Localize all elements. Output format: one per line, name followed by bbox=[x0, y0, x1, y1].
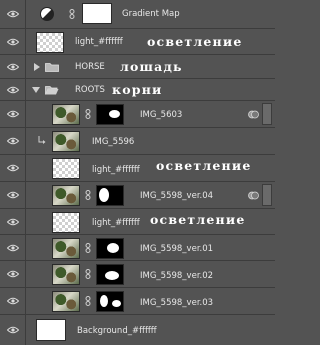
chain-link-icon[interactable] bbox=[85, 243, 91, 253]
collapse-triangle-icon[interactable] bbox=[32, 87, 40, 93]
layer-name[interactable]: IMG_5598_ver.02 bbox=[140, 271, 213, 281]
eye-icon[interactable] bbox=[7, 326, 19, 334]
layer-row-light[interactable]: light_#ffffff осветление bbox=[0, 209, 275, 235]
eye-icon[interactable] bbox=[7, 63, 19, 71]
eye-icon[interactable] bbox=[7, 137, 19, 145]
layer-row-img-5596[interactable]: IMG_5596 bbox=[0, 128, 275, 155]
mask-thumbnail[interactable] bbox=[96, 264, 124, 285]
folder-open-icon bbox=[45, 86, 59, 95]
layer-annotation: осветление bbox=[150, 212, 246, 227]
eye-icon[interactable] bbox=[7, 244, 19, 252]
layer-thumbnail[interactable] bbox=[52, 264, 80, 285]
layer-style-icon[interactable] bbox=[248, 109, 259, 120]
eye-icon[interactable] bbox=[7, 164, 19, 172]
mask-thumbnail[interactable] bbox=[96, 238, 124, 259]
eye-icon[interactable] bbox=[7, 218, 19, 226]
mask-thumbnail[interactable] bbox=[96, 185, 124, 206]
group-name[interactable]: ROOTS bbox=[75, 85, 105, 95]
layer-thumbnail[interactable] bbox=[52, 131, 80, 152]
layer-annotation: осветление bbox=[156, 158, 252, 173]
layer-row-light[interactable]: light_#ffffff осветление bbox=[0, 29, 275, 55]
layer-name[interactable]: Background_#ffffff bbox=[77, 326, 157, 336]
layer-group-roots[interactable]: ROOTS корни bbox=[0, 79, 275, 101]
layer-options-arrow[interactable] bbox=[262, 103, 272, 125]
layer-name[interactable]: IMG_5598_ver.03 bbox=[140, 298, 213, 308]
chain-link-icon[interactable] bbox=[85, 109, 91, 119]
layer-thumbnail[interactable] bbox=[36, 319, 66, 341]
group-name[interactable]: HORSE bbox=[75, 62, 105, 72]
mask-thumbnail[interactable] bbox=[96, 104, 124, 125]
layer-style-icon[interactable] bbox=[248, 190, 259, 201]
layer-row-light[interactable]: light_#ffffff осветление bbox=[0, 155, 275, 182]
eye-icon[interactable] bbox=[7, 270, 19, 278]
layer-thumbnail[interactable] bbox=[52, 212, 80, 233]
expand-triangle-icon[interactable] bbox=[34, 63, 40, 71]
eye-icon[interactable] bbox=[7, 10, 19, 18]
group-annotation: корни bbox=[112, 82, 163, 97]
chain-link-icon[interactable] bbox=[85, 269, 91, 279]
layer-thumbnail[interactable] bbox=[52, 238, 80, 259]
eye-icon[interactable] bbox=[7, 297, 19, 305]
chain-link-icon[interactable] bbox=[85, 190, 91, 200]
layer-row-img-5603[interactable]: IMG_5603 bbox=[0, 101, 275, 128]
layer-name[interactable]: light_#ffffff bbox=[92, 218, 140, 228]
layer-thumbnail[interactable] bbox=[52, 158, 80, 179]
group-annotation: лошадь bbox=[120, 59, 183, 74]
layer-row-img-5598-ver02[interactable]: IMG_5598_ver.02 bbox=[0, 261, 275, 288]
layer-group-horse[interactable]: HORSE лошадь bbox=[0, 55, 275, 79]
gradient-map-adjustment-icon bbox=[40, 7, 54, 21]
layer-row-gradient-map[interactable]: Gradient Map bbox=[0, 0, 275, 29]
eye-icon[interactable] bbox=[7, 110, 19, 118]
layer-row-img-5598-ver01[interactable]: IMG_5598_ver.01 bbox=[0, 235, 275, 261]
eye-icon[interactable] bbox=[7, 191, 19, 199]
layer-name[interactable]: light_#ffffff bbox=[92, 165, 140, 175]
chain-link-icon[interactable] bbox=[85, 296, 91, 306]
folder-icon bbox=[45, 63, 59, 72]
layer-name[interactable]: IMG_5596 bbox=[92, 137, 134, 147]
mask-thumbnail[interactable] bbox=[82, 3, 112, 24]
layer-name[interactable]: light_#ffffff bbox=[75, 37, 123, 47]
layer-name[interactable]: IMG_5598_ver.04 bbox=[140, 191, 213, 201]
layers-panel: Gradient Map light_#ffffff осветление HO… bbox=[0, 0, 275, 345]
layer-thumbnail[interactable] bbox=[52, 104, 80, 125]
layer-name[interactable]: IMG_5598_ver.01 bbox=[140, 244, 213, 254]
layer-row-background[interactable]: Background_#ffffff bbox=[0, 315, 275, 345]
layer-row-img-5598-ver03[interactable]: IMG_5598_ver.03 bbox=[0, 288, 275, 315]
layer-annotation: осветление bbox=[147, 34, 243, 49]
layer-row-img-5598-ver04[interactable]: IMG_5598_ver.04 bbox=[0, 182, 275, 209]
layer-thumbnail[interactable] bbox=[52, 185, 80, 206]
layer-options-arrow[interactable] bbox=[262, 184, 272, 206]
eye-icon[interactable] bbox=[7, 38, 19, 46]
chain-link-icon[interactable] bbox=[69, 9, 75, 19]
layer-name[interactable]: IMG_5603 bbox=[140, 110, 182, 120]
eye-icon[interactable] bbox=[7, 86, 19, 94]
mask-thumbnail[interactable] bbox=[96, 291, 124, 312]
layer-thumbnail[interactable] bbox=[52, 291, 80, 312]
layer-name[interactable]: Gradient Map bbox=[122, 9, 180, 19]
clipping-arrow-icon bbox=[38, 136, 46, 144]
layer-thumbnail[interactable] bbox=[36, 32, 64, 53]
